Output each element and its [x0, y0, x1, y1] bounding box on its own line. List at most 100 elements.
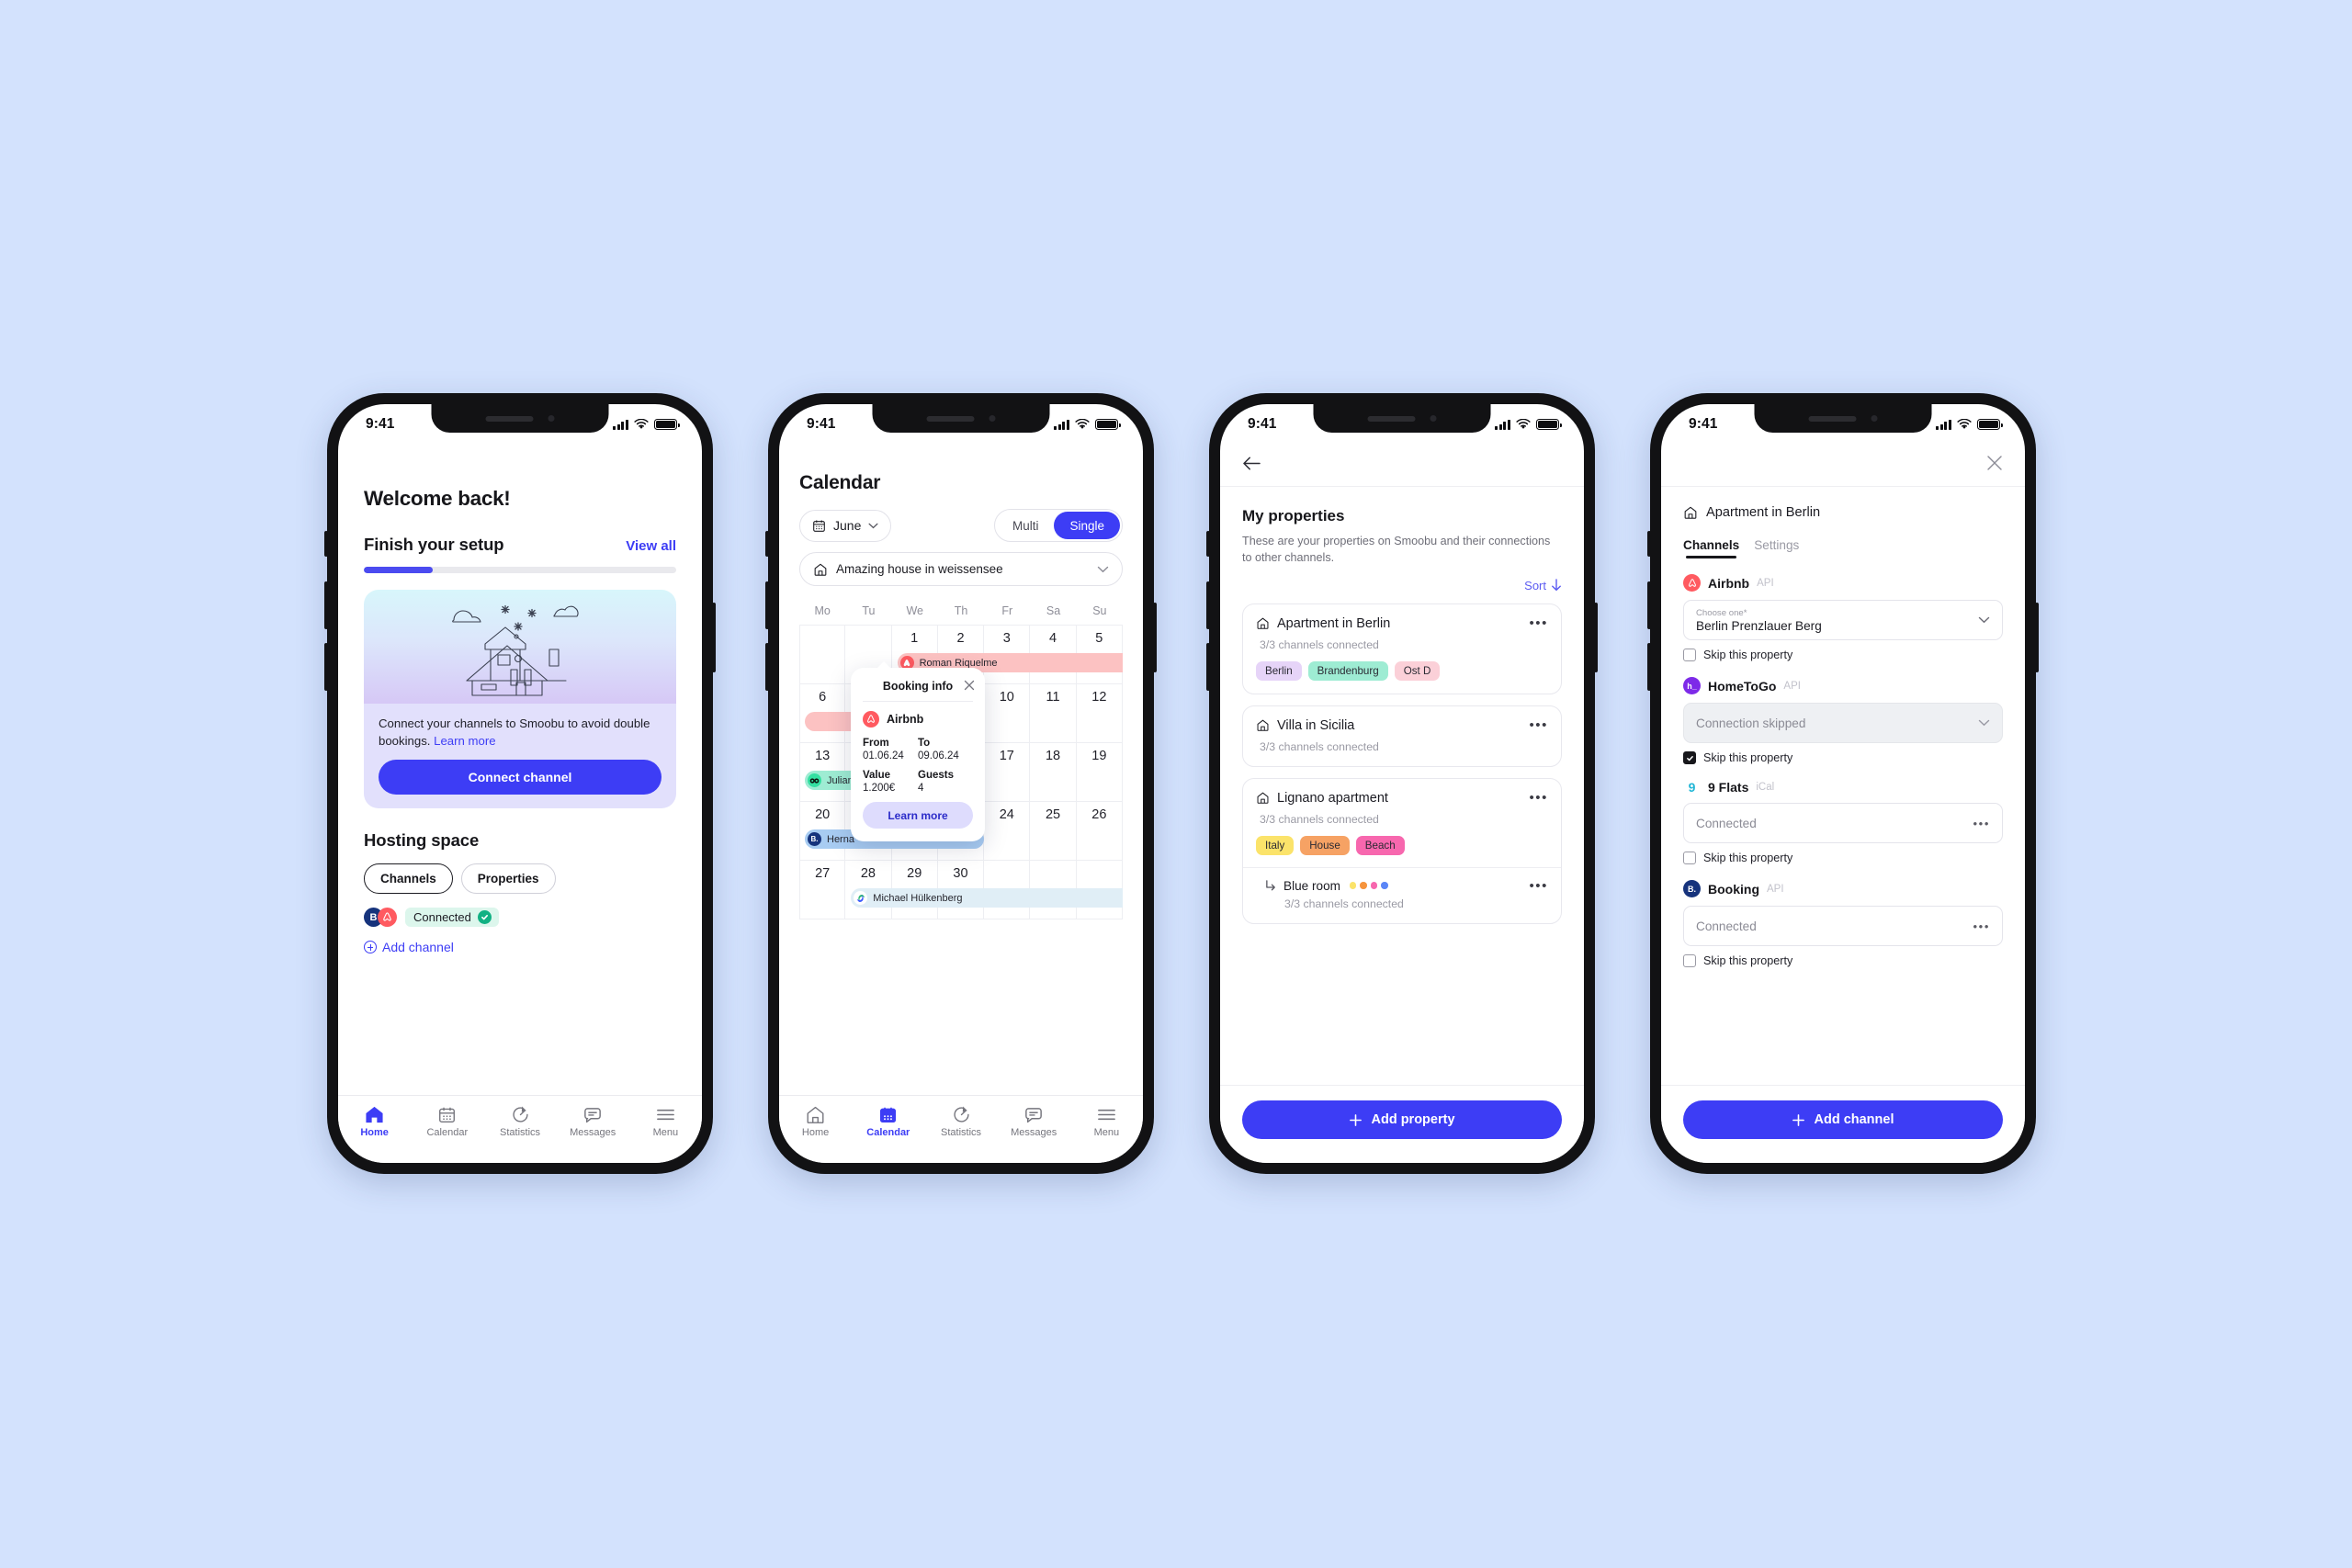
- skip-property-checkbox[interactable]: [1683, 852, 1696, 864]
- calendar-day-cell[interactable]: 25: [1030, 802, 1077, 860]
- view-all-link[interactable]: View all: [626, 538, 676, 554]
- hosting-space-title: Hosting space: [364, 830, 480, 851]
- speaker-icon: [1808, 415, 1857, 422]
- calendar-icon: [879, 1105, 897, 1123]
- menu-icon: [656, 1105, 675, 1123]
- sub-property-item[interactable]: Blue room ••• 3/3 channels connected: [1256, 879, 1548, 910]
- sub-property-header: Blue room •••: [1265, 879, 1548, 893]
- skip-property-checkbox[interactable]: [1683, 649, 1696, 661]
- property-card[interactable]: Villa in Sicilia ••• 3/3 channels connecte…: [1242, 705, 1562, 767]
- channel-avatars: B: [364, 908, 397, 928]
- tab-channels[interactable]: Channels: [1683, 538, 1739, 558]
- calendar-day-cell[interactable]: 26: [1077, 802, 1123, 860]
- weekday-label: Su: [1092, 604, 1107, 617]
- property-name: Lignano apartment: [1277, 790, 1388, 806]
- plus-icon: [1792, 1113, 1805, 1126]
- channel-dot: [1349, 882, 1357, 889]
- skip-property-label: Skip this property: [1703, 751, 1793, 764]
- toggle-single[interactable]: Single: [1054, 512, 1120, 539]
- skip-property-checkbox-row[interactable]: Skip this property: [1683, 954, 2003, 967]
- tab-statistics[interactable]: Statistics: [483, 1105, 556, 1138]
- more-options-icon[interactable]: •••: [1973, 818, 1990, 829]
- calendar-day-cell[interactable]: 17: [984, 743, 1031, 801]
- property-card[interactable]: Apartment in Berlin ••• 3/3 channels conne…: [1242, 603, 1562, 694]
- screenshot-canvas: 9:41 Welcome back! Finish your setup Vie…: [0, 0, 2352, 1568]
- home-icon: [806, 1105, 825, 1123]
- tab-menu[interactable]: Menu: [629, 1105, 702, 1138]
- add-channel-button[interactable]: Add channel: [1683, 1100, 2003, 1139]
- calendar-day-cell[interactable]: 19: [1077, 743, 1123, 801]
- add-property-button[interactable]: Add property: [1242, 1100, 1562, 1139]
- tab-calendar[interactable]: Calendar: [411, 1105, 483, 1138]
- connect-channels-card: Connect your channels to Smoobu to avoid…: [364, 590, 676, 809]
- airbnb-logo-icon: [863, 711, 879, 728]
- property-name: Apartment in Berlin: [1277, 615, 1391, 631]
- mute-switch: [765, 531, 769, 557]
- calendar-day-cell[interactable]: 10: [984, 684, 1031, 742]
- calendar-day-cell[interactable]: [799, 626, 846, 683]
- plus-icon: [1350, 1113, 1363, 1126]
- calendar-day-cell[interactable]: 12: [1077, 684, 1123, 742]
- calendar-booking-bar[interactable]: Michael Hülkenberg: [851, 888, 1123, 908]
- house-icon: [1684, 506, 1697, 519]
- day-number: 19: [1091, 749, 1107, 763]
- channel-connected-field[interactable]: Connected •••: [1683, 906, 2003, 946]
- day-number: 29: [907, 866, 922, 881]
- volume-up-button: [1647, 581, 1651, 629]
- tripadvisor-logo-icon: [808, 773, 821, 787]
- more-options-icon[interactable]: •••: [1529, 616, 1548, 630]
- skip-property-checkbox-row[interactable]: Skip this property: [1683, 751, 2003, 764]
- calendar-day-cell[interactable]: 24: [984, 802, 1031, 860]
- property-card[interactable]: Lignano apartment ••• 3/3 channels connect…: [1242, 777, 1562, 924]
- close-icon[interactable]: [964, 679, 975, 695]
- power-button: [712, 603, 716, 672]
- menu-icon: [1097, 1105, 1116, 1123]
- channel-select-field[interactable]: Choose one* Berlin Prenzlauer Berg: [1683, 600, 2003, 640]
- top-nav-bar: [1220, 445, 1584, 487]
- more-options-icon[interactable]: •••: [1973, 920, 1990, 932]
- month-selector[interactable]: June: [799, 509, 892, 542]
- sort-button[interactable]: Sort: [1242, 579, 1562, 592]
- segment-properties[interactable]: Properties: [460, 863, 556, 895]
- toggle-multi[interactable]: Multi: [997, 512, 1055, 539]
- sort-label: Sort: [1524, 578, 1546, 592]
- status-time: 9:41: [1248, 416, 1277, 432]
- tab-messages[interactable]: Messages: [557, 1105, 629, 1138]
- notch: [1313, 404, 1491, 433]
- channel-header: 9 9 Flats iCal: [1683, 780, 2003, 795]
- channel-connected-field[interactable]: Connected •••: [1683, 803, 2003, 843]
- tab-calendar[interactable]: Calendar: [852, 1105, 924, 1138]
- property-selector[interactable]: Amazing house in weissensee: [799, 552, 1123, 586]
- more-options-icon[interactable]: •••: [1529, 791, 1548, 805]
- more-options-icon[interactable]: •••: [1529, 879, 1548, 893]
- calendar-day-cell[interactable]: 18: [1030, 743, 1077, 801]
- skip-property-checkbox[interactable]: [1683, 751, 1696, 764]
- calendar-day-cell[interactable]: 27: [799, 861, 846, 919]
- more-options-icon[interactable]: •••: [1529, 718, 1548, 732]
- day-number: 28: [860, 866, 876, 881]
- smoobu-logo-icon: [854, 891, 868, 905]
- calendar-day-cell[interactable]: 11: [1030, 684, 1077, 742]
- tab-settings[interactable]: Settings: [1754, 538, 1799, 558]
- tab-messages[interactable]: Messages: [998, 1105, 1070, 1138]
- skip-property-checkbox-row[interactable]: Skip this property: [1683, 852, 2003, 864]
- add-channel-label: Add channel: [1814, 1112, 1894, 1127]
- skip-property-checkbox-row[interactable]: Skip this property: [1683, 649, 2003, 661]
- tab-home[interactable]: Home: [338, 1105, 411, 1138]
- tab-menu[interactable]: Menu: [1070, 1105, 1143, 1138]
- house-icon: [1257, 792, 1269, 804]
- back-arrow-icon[interactable]: [1242, 456, 1261, 476]
- volume-up-button: [324, 581, 328, 629]
- segment-channels[interactable]: Channels: [364, 863, 453, 895]
- tab-home[interactable]: Home: [779, 1105, 852, 1138]
- close-icon[interactable]: [1986, 455, 2003, 476]
- skip-property-checkbox[interactable]: [1683, 954, 1696, 967]
- connect-channel-button[interactable]: Connect channel: [379, 760, 662, 795]
- status-time: 9:41: [1689, 416, 1718, 432]
- check-icon: [477, 910, 492, 925]
- tab-statistics[interactable]: Statistics: [924, 1105, 997, 1138]
- learn-more-link[interactable]: Learn more: [434, 734, 495, 748]
- add-channel-link[interactable]: Add channel: [364, 940, 676, 954]
- property-card-header: Lignano apartment •••: [1256, 791, 1548, 806]
- learn-more-button[interactable]: Learn more: [863, 802, 973, 829]
